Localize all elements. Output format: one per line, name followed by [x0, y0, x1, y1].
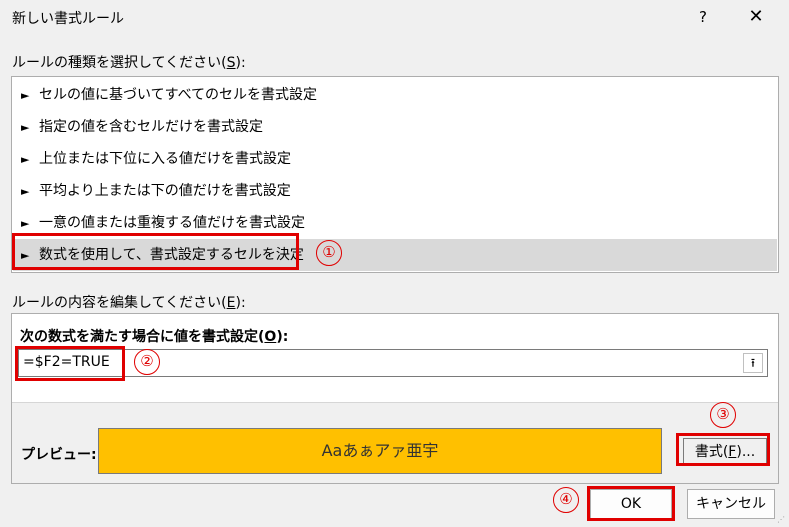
- ok-button[interactable]: OK: [590, 489, 672, 519]
- rule-type-label: ルールの種類を選択してください(S):: [12, 55, 246, 71]
- help-button[interactable]: ?: [688, 4, 718, 30]
- rule-type-list[interactable]: ► セルの値に基づいてすべてのセルを書式設定 ► 指定の値を含むセルだけを書式設定 …: [11, 76, 779, 273]
- rule-item-contains[interactable]: ► 指定の値を含むセルだけを書式設定: [13, 111, 777, 143]
- cancel-button[interactable]: キャンセル: [687, 489, 775, 519]
- marker-1: ①: [316, 240, 342, 266]
- rule-item-use-formula[interactable]: ► 数式を使用して、書式設定するセルを決定: [13, 239, 777, 271]
- rule-item-above-below-average[interactable]: ► 平均より上または下の値だけを書式設定: [13, 175, 777, 207]
- arrow-icon: ►: [21, 185, 30, 198]
- formula-label: 次の数式を満たす場合に値を書式設定(O):: [20, 329, 289, 345]
- rule-item-top-bottom[interactable]: ► 上位または下位に入る値だけを書式設定: [13, 143, 777, 175]
- formula-value[interactable]: =$F2=TRUE: [23, 354, 110, 370]
- arrow-icon: ►: [21, 153, 30, 166]
- rule-description-panel: 次の数式を満たす場合に値を書式設定(O): =$F2=TRUE ⭱ プレビュー:…: [11, 313, 779, 484]
- collapse-dialog-icon[interactable]: ⭱: [743, 353, 763, 373]
- arrow-icon: ►: [21, 217, 30, 230]
- rule-item-unique-duplicate[interactable]: ► 一意の値または重複する値だけを書式設定: [13, 207, 777, 239]
- arrow-icon: ►: [21, 89, 30, 102]
- title-bar: 新しい書式ルール ? ✕: [0, 0, 789, 34]
- close-button[interactable]: ✕: [738, 4, 774, 30]
- arrow-icon: ►: [21, 249, 30, 262]
- marker-2: ②: [134, 349, 160, 375]
- rule-item-cell-value[interactable]: ► セルの値に基づいてすべてのセルを書式設定: [13, 79, 777, 111]
- format-button[interactable]: 書式(F)...: [683, 438, 767, 466]
- edit-rule-label: ルールの内容を編集してください(E):: [12, 295, 246, 311]
- marker-4: ④: [553, 487, 579, 513]
- window-title: 新しい書式ルール: [12, 11, 124, 27]
- format-preview: Aaあぁアァ亜宇: [98, 428, 662, 474]
- formula-input[interactable]: =$F2=TRUE ⭱: [18, 349, 768, 377]
- arrow-icon: ►: [21, 121, 30, 134]
- marker-3: ③: [710, 402, 736, 428]
- preview-label: プレビュー:: [21, 447, 97, 463]
- resize-grip-icon[interactable]: ⋰: [777, 515, 787, 525]
